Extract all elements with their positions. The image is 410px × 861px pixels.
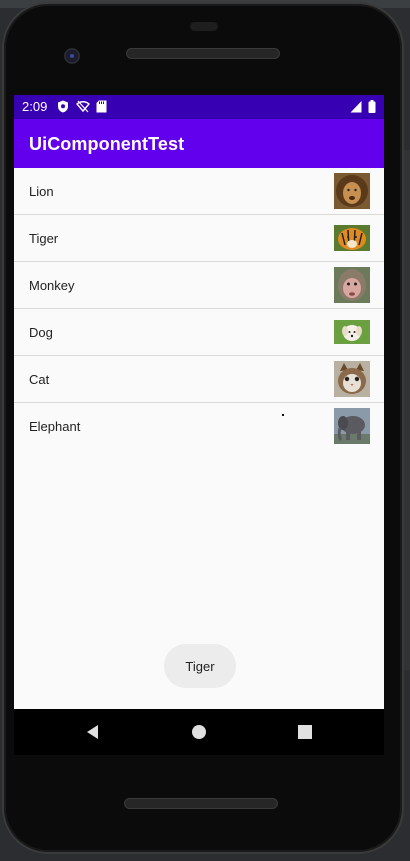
app-bar: UiComponentTest (14, 119, 384, 168)
dog-image (334, 314, 370, 350)
screen-speck (282, 414, 284, 416)
navigation-bar (14, 709, 384, 755)
list-item-tiger[interactable]: Tiger (14, 215, 384, 262)
cat-image (334, 361, 370, 397)
toast-message: Tiger (164, 644, 236, 688)
animal-list[interactable]: Lion Tiger Monkey Dog Cat Elephant (14, 168, 384, 450)
top-speaker-grille (126, 48, 280, 59)
list-item-cat[interactable]: Cat (14, 356, 384, 403)
front-camera-icon (64, 48, 80, 64)
list-item-label: Lion (29, 184, 54, 199)
back-icon[interactable] (84, 723, 102, 741)
list-item-label: Dog (29, 325, 53, 340)
list-item-lion[interactable]: Lion (14, 168, 384, 215)
earpiece-top (190, 22, 218, 31)
list-item-dog[interactable]: Dog (14, 309, 384, 356)
list-item-label: Cat (29, 372, 50, 387)
wifi-off-icon (76, 100, 90, 113)
elephant-image (334, 408, 370, 444)
lion-image (334, 173, 370, 209)
battery-icon (368, 100, 376, 113)
list-item-label: Elephant (29, 419, 81, 434)
sd-card-icon (96, 100, 107, 113)
app-title: UiComponentTest (29, 134, 185, 154)
recents-icon[interactable] (296, 723, 314, 741)
status-bar: 2:09 (14, 95, 384, 119)
list-item-label: Tiger (29, 231, 59, 246)
tiger-image (334, 220, 370, 256)
monkey-image (334, 267, 370, 303)
list-item-label: Monkey (29, 278, 75, 293)
cell-signal-icon (350, 101, 362, 113)
device-screen: 2:09 UiComponentTest Lion Tiger Monkey D… (14, 95, 384, 709)
status-time: 2:09 (22, 99, 48, 114)
list-item-monkey[interactable]: Monkey (14, 262, 384, 309)
home-icon[interactable] (190, 723, 208, 741)
shield-icon (58, 100, 68, 113)
bottom-speaker-grille (124, 798, 278, 809)
toast-text: Tiger (185, 658, 215, 674)
list-item-elephant[interactable]: Elephant (14, 403, 384, 450)
